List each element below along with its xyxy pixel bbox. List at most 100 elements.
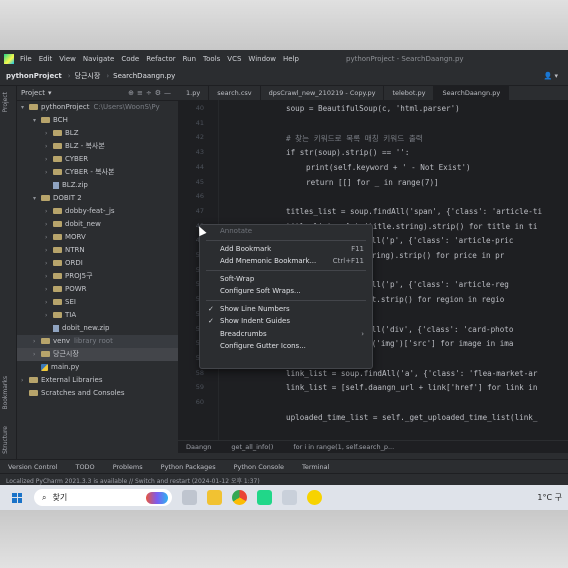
nav-project[interactable]: pythonProject — [6, 72, 62, 80]
editor-tab[interactable]: SearchDaangn.py — [434, 86, 510, 100]
tool-window-button[interactable]: Terminal — [302, 463, 329, 471]
window-title: pythonProject - SearchDaangn.py — [346, 54, 464, 63]
tool-window-button[interactable]: Version Control — [8, 463, 57, 471]
tree-item[interactable]: › PROJ5구 — [17, 270, 178, 283]
expand-arrow-icon[interactable]: › — [45, 244, 53, 257]
context-menu-item[interactable]: Add Bookmark F11 — [200, 243, 372, 256]
windows-start-icon[interactable] — [12, 492, 22, 503]
tree-item[interactable]: › venv library root — [17, 335, 178, 348]
context-menu-item[interactable]: Soft-Wrap — [200, 273, 372, 286]
tree-item[interactable]: › 당근시장 — [17, 348, 178, 361]
project-panel-title[interactable]: Project — [21, 89, 45, 97]
taskbar-search[interactable]: ⌕ 찾기 — [34, 489, 172, 506]
system-tray[interactable]: 1°C 구 — [537, 492, 562, 503]
status-message[interactable]: Localized PyCharm 2021.3.3 is available … — [6, 476, 260, 485]
expand-arrow-icon[interactable]: › — [45, 166, 53, 179]
expand-arrow-icon[interactable]: › — [45, 283, 53, 296]
kakaotalk-icon[interactable] — [307, 490, 322, 505]
breadcrumb-item[interactable]: get_all_info() — [231, 443, 273, 451]
tree-item[interactable]: › BLZ - 복사본 — [17, 140, 178, 153]
file-explorer-icon[interactable] — [207, 490, 222, 505]
expand-arrow-icon[interactable]: › — [45, 309, 53, 322]
expand-arrow-icon[interactable]: › — [45, 296, 53, 309]
tree-item[interactable]: Scratches and Consoles — [17, 387, 178, 400]
tree-item[interactable]: › MORV — [17, 231, 178, 244]
context-menu-item[interactable]: Breadcrumbs › — [200, 328, 372, 341]
expand-arrow-icon[interactable]: › — [21, 374, 29, 387]
tool-window-button[interactable]: TODO — [75, 463, 94, 471]
expand-arrow-icon[interactable]: › — [45, 127, 53, 140]
editor-tab[interactable]: telebot.py — [384, 86, 435, 100]
pycharm-taskbar-icon[interactable] — [257, 490, 272, 505]
tree-item[interactable]: › ORDI — [17, 257, 178, 270]
app-taskbar-icon[interactable] — [282, 490, 297, 505]
folder-icon — [53, 130, 62, 136]
expand-arrow-icon[interactable]: › — [33, 335, 41, 348]
context-menu-item[interactable]: Configure Soft Wraps... — [200, 285, 372, 298]
nav-folder[interactable]: 당근시장 — [75, 71, 101, 81]
tree-item[interactable]: › NTRN — [17, 244, 178, 257]
context-menu-item[interactable]: ✓ Show Line Numbers — [200, 303, 372, 316]
folder-icon — [29, 377, 38, 383]
tool-window-button[interactable]: Python Packages — [161, 463, 216, 471]
expand-arrow-icon[interactable]: › — [45, 231, 53, 244]
tree-item[interactable]: ▾ DOBIT 2 — [17, 192, 178, 205]
editor-tab[interactable]: dpsCrawl_new_210219 - Copy.py — [261, 86, 385, 100]
project-tool-button[interactable]: Project — [2, 92, 9, 113]
context-menu-item[interactable]: Configure Gutter Icons... — [200, 340, 372, 353]
expand-arrow-icon[interactable]: ▾ — [21, 101, 29, 114]
context-menu-item[interactable]: Annotate — [200, 225, 372, 238]
expand-arrow-icon[interactable]: › — [45, 140, 53, 153]
menu-file[interactable]: File — [20, 55, 32, 63]
expand-arrow-icon[interactable]: › — [45, 257, 53, 270]
editor-tab[interactable]: 1.py — [178, 86, 210, 100]
tree-item[interactable]: › CYBER - 복사본 — [17, 166, 178, 179]
menu-view[interactable]: View — [59, 55, 76, 63]
shortcut-label: › — [361, 329, 364, 338]
expand-arrow-icon[interactable]: › — [45, 153, 53, 166]
tree-item[interactable]: ▾ pythonProject C:\Users\WoonS\Py — [17, 101, 178, 114]
chrome-icon[interactable] — [232, 490, 247, 505]
menu-vcs[interactable]: VCS — [227, 55, 241, 63]
breadcrumb-item[interactable]: Daangn — [186, 443, 211, 451]
expand-arrow-icon[interactable]: ▾ — [33, 114, 41, 127]
menu-refactor[interactable]: Refactor — [146, 55, 175, 63]
panel-tools-icon[interactable]: ⊕≡÷⚙— — [128, 89, 174, 97]
tree-item[interactable]: › POWR — [17, 283, 178, 296]
tree-item[interactable]: › CYBER — [17, 153, 178, 166]
tree-item[interactable]: › TIA — [17, 309, 178, 322]
tool-window-button[interactable]: Python Console — [234, 463, 284, 471]
structure-tool-button[interactable]: Structure — [2, 426, 9, 454]
user-icon[interactable]: 👤 ▾ — [544, 72, 558, 80]
tool-window-button[interactable]: Problems — [113, 463, 143, 471]
menu-run[interactable]: Run — [183, 55, 196, 63]
tree-item[interactable]: ▾ BCH — [17, 114, 178, 127]
menu-tools[interactable]: Tools — [203, 55, 220, 63]
context-menu-label: Add Mnemonic Bookmark... — [220, 257, 317, 265]
tree-item[interactable]: main.py — [17, 361, 178, 374]
context-menu-item[interactable]: Add Mnemonic Bookmark... Ctrl+F11 — [200, 255, 372, 268]
menu-navigate[interactable]: Navigate — [83, 55, 114, 63]
tree-item[interactable]: › dobit_new — [17, 218, 178, 231]
tree-item[interactable]: BLZ.zip — [17, 179, 178, 192]
context-menu-item[interactable]: ✓ Show Indent Guides — [200, 315, 372, 328]
expand-arrow-icon[interactable]: › — [33, 348, 41, 361]
breadcrumb-item[interactable]: for i in range(1, self.search_p... — [293, 443, 394, 451]
expand-arrow-icon[interactable]: › — [45, 270, 53, 283]
tree-item[interactable]: › dobby-feat-_js — [17, 205, 178, 218]
tree-item[interactable]: › SEI — [17, 296, 178, 309]
menu-code[interactable]: Code — [121, 55, 139, 63]
editor-tab[interactable]: search.csv — [209, 86, 261, 100]
expand-arrow-icon[interactable]: › — [45, 205, 53, 218]
tree-item[interactable]: › BLZ — [17, 127, 178, 140]
expand-arrow-icon[interactable]: ▾ — [33, 192, 41, 205]
expand-arrow-icon[interactable]: › — [45, 218, 53, 231]
tree-item[interactable]: › External Libraries — [17, 374, 178, 387]
menu-window[interactable]: Window — [248, 55, 276, 63]
task-view-icon[interactable] — [182, 490, 197, 505]
bookmarks-tool-button[interactable]: Bookmarks — [2, 376, 9, 410]
menu-edit[interactable]: Edit — [39, 55, 53, 63]
nav-file[interactable]: SearchDaangn.py — [113, 72, 175, 80]
tree-item[interactable]: dobit_new.zip — [17, 322, 178, 335]
menu-help[interactable]: Help — [283, 55, 299, 63]
